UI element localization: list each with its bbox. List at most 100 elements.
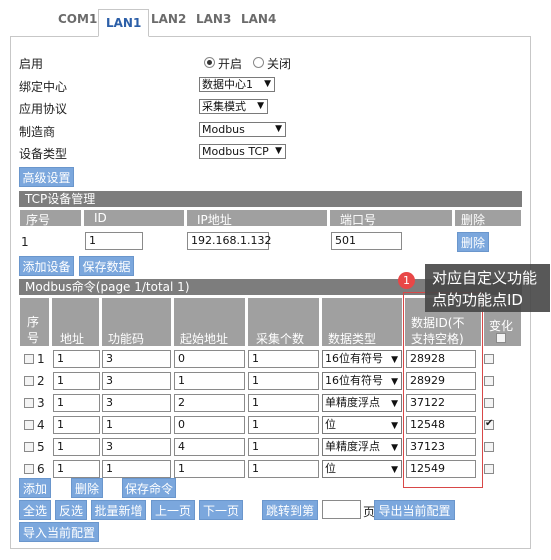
advanced-settings-button[interactable]: 高级设置 (19, 167, 74, 187)
address-input[interactable]: 1 (53, 416, 100, 434)
data-type-select[interactable]: 位 ▼ (322, 460, 402, 478)
count-input[interactable]: 1 (248, 350, 319, 368)
datacenter-select[interactable]: 数据中心1 ▼ (199, 77, 275, 92)
address-input[interactable]: 1 (53, 350, 100, 368)
tab-lan2[interactable]: LAN2 (151, 12, 186, 26)
page-number-input[interactable] (322, 500, 361, 519)
modbus-header-seq: 序 号 (19, 297, 50, 347)
devtype-select[interactable]: Modbus TCP ▼ (199, 144, 286, 159)
tab-lan3[interactable]: LAN3 (196, 12, 231, 26)
address-input[interactable]: 1 (53, 438, 100, 456)
count-input[interactable]: 1 (248, 438, 319, 456)
chevron-down-icon: ▼ (275, 124, 282, 134)
row-select-checkbox[interactable] (24, 420, 34, 430)
start-address-input[interactable]: 0 (174, 350, 245, 368)
export-config-button[interactable]: 导出当前配置 (374, 500, 455, 520)
enable-off-radio[interactable] (253, 57, 264, 68)
select-all-button[interactable]: 全选 (19, 500, 51, 520)
delete-command-button[interactable]: 删除 (71, 478, 103, 498)
row-select-checkbox[interactable] (24, 376, 34, 386)
start-address-input[interactable]: 0 (174, 416, 245, 434)
row-number: 4 (37, 418, 45, 432)
tcp-header-id: ID (83, 209, 185, 227)
tcp-id-input[interactable]: 1 (85, 232, 143, 250)
tcp-port-input[interactable]: 501 (331, 232, 402, 250)
address-input[interactable]: 1 (53, 372, 100, 390)
change-checkbox[interactable] (484, 418, 494, 430)
count-input[interactable]: 1 (248, 394, 319, 412)
count-input[interactable]: 1 (248, 416, 319, 434)
row-number: 1 (37, 352, 45, 366)
chevron-down-icon: ▼ (257, 101, 264, 111)
start-address-input[interactable]: 1 (174, 372, 245, 390)
data-type-select[interactable]: 16位有符号 ▼ (322, 350, 402, 368)
address-input[interactable]: 1 (53, 460, 100, 478)
chevron-down-icon: ▼ (264, 79, 271, 89)
data-type-value: 单精度浮点 (325, 396, 380, 409)
function-code-input[interactable]: 1 (102, 416, 171, 434)
data-type-select[interactable]: 16位有符号 ▼ (322, 372, 402, 390)
tcp-ip-input[interactable]: 192.168.1.132 (187, 232, 271, 250)
change-checkbox[interactable] (484, 354, 494, 364)
start-address-input[interactable]: 4 (174, 438, 245, 456)
row-number: 2 (37, 374, 45, 388)
data-type-select[interactable]: 单精度浮点 ▼ (322, 438, 402, 456)
row-select-checkbox[interactable] (24, 354, 34, 364)
modbus-header-dtype: 数据类型 (321, 297, 403, 347)
data-type-value: 16位有符号 (325, 374, 383, 387)
save-data-button[interactable]: 保存数据 (79, 256, 134, 276)
function-code-input[interactable]: 3 (102, 350, 171, 368)
tab-bar: COM1 LAN1 LAN2 LAN3 LAN4 (10, 0, 541, 37)
enable-on-radio[interactable] (204, 57, 215, 68)
start-address-input[interactable]: 2 (174, 394, 245, 412)
start-address-input[interactable]: 1 (174, 460, 245, 478)
next-page-button[interactable]: 下一页 (199, 500, 243, 520)
chevron-down-icon: ▼ (391, 421, 398, 431)
tcp-row-no: 1 (21, 235, 29, 249)
protocol-label: 应用协议 (19, 102, 68, 116)
batch-add-button[interactable]: 批量新增 (91, 500, 146, 520)
devtype-value: Modbus TCP (202, 145, 269, 158)
row-select-checkbox[interactable] (24, 398, 34, 408)
add-device-button[interactable]: 添加设备 (19, 256, 74, 276)
tab-com1[interactable]: COM1 (58, 12, 97, 26)
tcp-delete-button[interactable]: 删除 (457, 232, 489, 252)
address-input[interactable]: 1 (53, 394, 100, 412)
invert-selection-button[interactable]: 反选 (55, 500, 87, 520)
modbus-header-count: 采集个数 (247, 297, 320, 347)
modbus-header-seq-line1: 序 (27, 315, 40, 329)
count-input[interactable]: 1 (248, 460, 319, 478)
enable-on-label: 开启 (218, 57, 243, 71)
add-command-button[interactable]: 添加 (19, 478, 51, 498)
row-number: 5 (37, 440, 45, 454)
change-checkbox[interactable] (484, 442, 494, 452)
count-input[interactable]: 1 (248, 372, 319, 390)
change-checkbox[interactable] (484, 398, 494, 408)
modbus-header-change-label: 变化 (489, 319, 514, 333)
tab-lan1[interactable]: LAN1 (98, 9, 150, 37)
tcp-header-ip: IP地址 (186, 209, 328, 227)
tab-lan4[interactable]: LAN4 (241, 12, 276, 26)
data-type-value: 位 (325, 462, 336, 475)
row-select-checkbox[interactable] (24, 464, 34, 474)
modbus-header-addr: 地址 (51, 297, 100, 347)
row-number: 6 (37, 462, 45, 476)
function-code-input[interactable]: 1 (102, 460, 171, 478)
row-select-checkbox[interactable] (24, 442, 34, 452)
import-config-button[interactable]: 导入当前配置 (19, 522, 99, 542)
goto-page-button[interactable]: 跳转到第 (262, 500, 318, 520)
chevron-down-icon: ▼ (391, 443, 398, 453)
protocol-select[interactable]: 采集模式 ▼ (199, 99, 268, 114)
data-type-select[interactable]: 单精度浮点 ▼ (322, 394, 402, 412)
data-type-select[interactable]: 位 ▼ (322, 416, 402, 434)
change-checkbox[interactable] (484, 464, 494, 474)
function-code-input[interactable]: 3 (102, 438, 171, 456)
function-code-input[interactable]: 3 (102, 372, 171, 390)
protocol-value: 采集模式 (202, 100, 246, 113)
change-checkbox[interactable] (484, 376, 494, 386)
vendor-select[interactable]: Modbus ▼ (199, 122, 286, 137)
prev-page-button[interactable]: 上一页 (151, 500, 195, 520)
change-select-all-checkbox[interactable] (496, 333, 506, 343)
save-command-button[interactable]: 保存命令 (122, 478, 176, 498)
function-code-input[interactable]: 3 (102, 394, 171, 412)
